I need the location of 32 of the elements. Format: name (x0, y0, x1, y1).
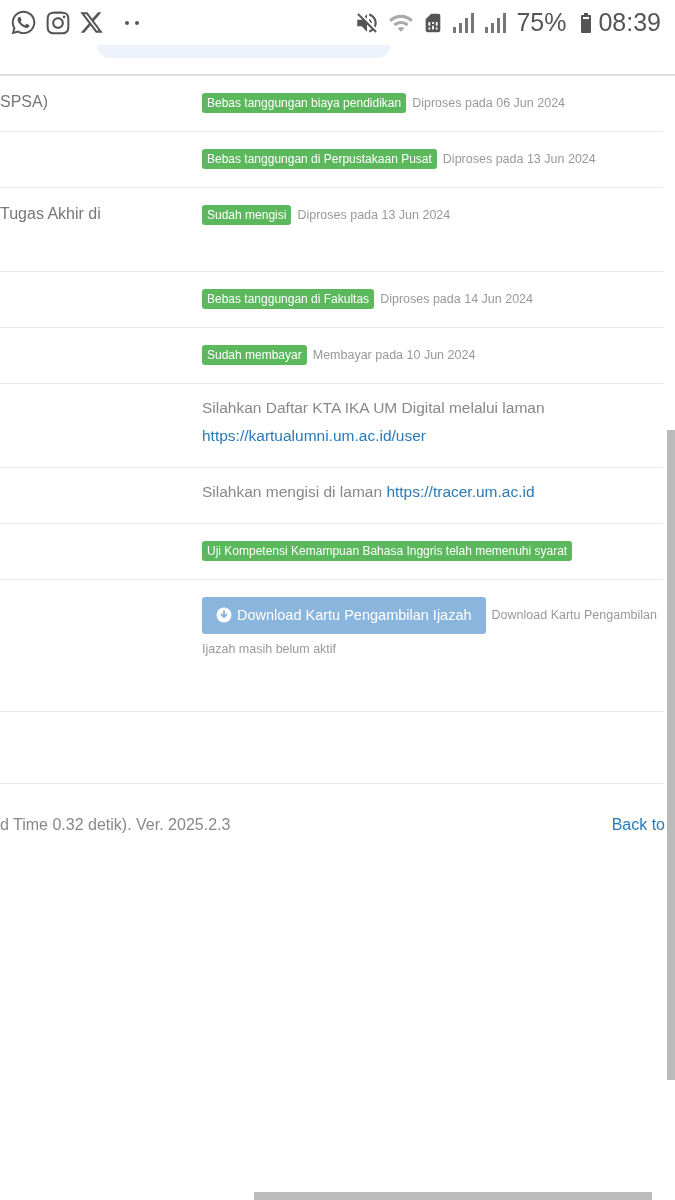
signal-icon (484, 11, 509, 34)
link[interactable]: https://tracer.um.ac.id (386, 483, 535, 500)
process-date: Diproses pada 13 Jun 2024 (297, 208, 451, 222)
status-badge: Bebas tanggungan di Fakultas (202, 289, 375, 309)
process-date: Diproses pada 14 Jun 2024 (380, 292, 533, 306)
footer-text: d Time 0.32 detik). Ver. 2025.2.3 (0, 816, 231, 834)
back-to-top-link[interactable]: Back to (611, 816, 665, 834)
vertical-scrollbar[interactable] (667, 430, 675, 1080)
link[interactable]: https://kartualumni.um.ac.id/user (202, 427, 426, 444)
more-notifications-icon (124, 19, 140, 26)
requirement-label: SPSA) (0, 93, 48, 111)
status-badge: Sudah mengisi (202, 205, 292, 225)
download-note: Ijazah masih belum aktif (202, 642, 338, 656)
instruction-text: Silahkan Daftar KTA IKA UM Digital melalui laman https://kartualumni.um.ac.id/user (202, 398, 546, 446)
chat-app-icon (10, 9, 37, 36)
download-note: Download Kartu Pengambilan (491, 607, 657, 624)
signal-icon (452, 11, 477, 34)
requirement-label: Tugas Akhir di (0, 205, 101, 223)
status-badge: Bebas tanggungan biaya pendidikan (202, 93, 407, 113)
status-badge: Bebas tanggungan di Perpustakaan Pusat (202, 149, 437, 169)
camera-app-icon (45, 9, 71, 36)
instruction-text: Silahkan mengisi di laman https://tracer.um.ac.id (202, 482, 536, 502)
process-date: Diproses pada 06 Jun 2024 (412, 96, 566, 110)
process-date: Membayar pada 10 Jun 2024 (312, 348, 476, 362)
process-date: Diproses pada 13 Jun 2024 (442, 152, 596, 166)
horizontal-scrollbar[interactable] (254, 1192, 652, 1200)
clock: 08:39 (598, 8, 661, 37)
battery-percent: 75% (516, 8, 567, 37)
status-badge: Uji Kompetensi Kemampuan Bahasa Inggris telah memenuhi syarat (202, 541, 573, 561)
x-app-icon (79, 10, 104, 35)
download-icon (216, 607, 232, 623)
status-badge: Sudah membayar (202, 345, 307, 365)
